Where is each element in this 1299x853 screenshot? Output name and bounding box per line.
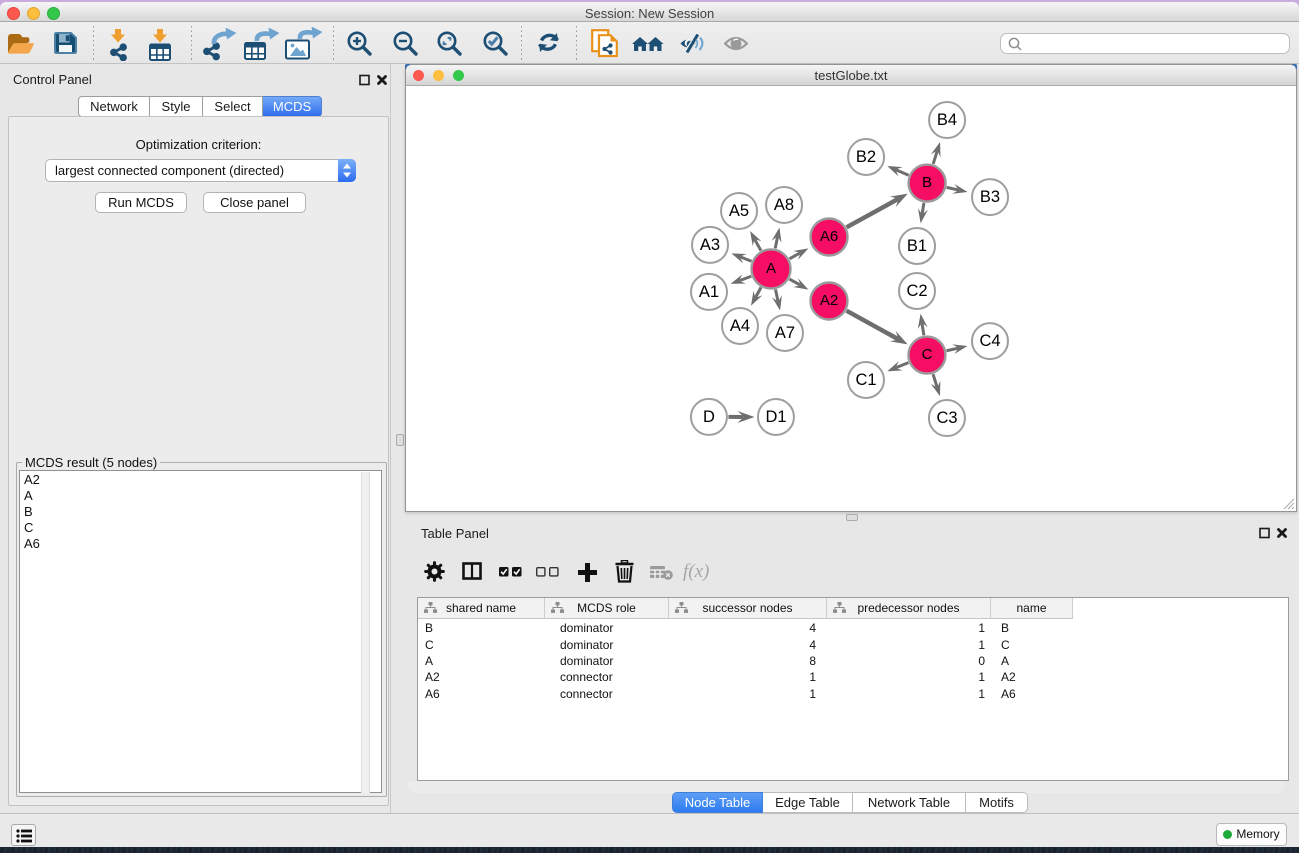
svg-text:f(x): f(x) — [683, 561, 709, 582]
